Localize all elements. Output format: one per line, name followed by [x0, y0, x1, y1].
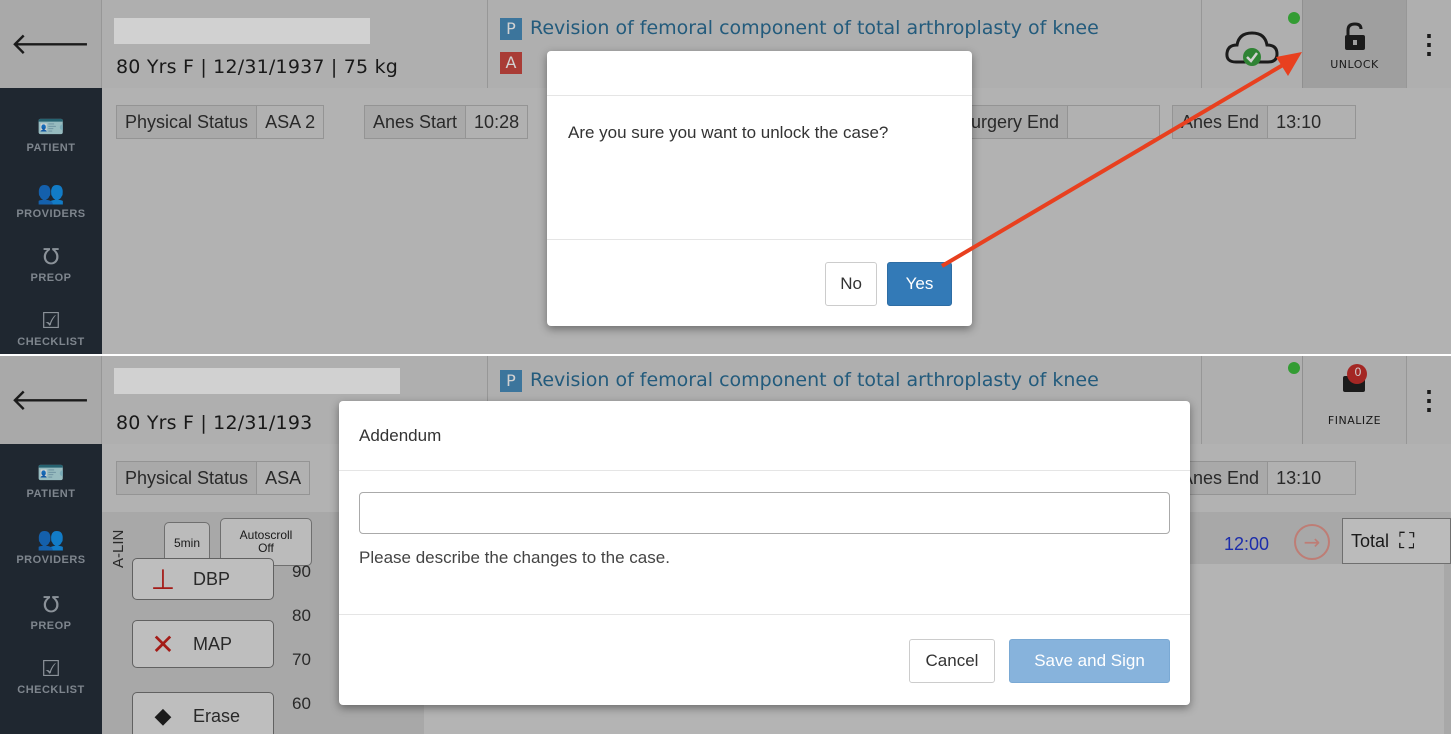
unlock-screen-panel: 🡐 80 Yrs F | 12/31/1937 | 75 kg P Revisi… [0, 0, 1451, 354]
dialog-header [547, 51, 972, 96]
dialog-message: Are you sure you want to unlock the case… [547, 96, 972, 240]
yes-button[interactable]: Yes [887, 262, 952, 306]
dialog-body: Please describe the changes to the case. [339, 471, 1190, 615]
save-and-sign-button[interactable]: Save and Sign [1009, 639, 1170, 683]
cancel-button[interactable]: Cancel [909, 639, 995, 683]
unlock-confirm-dialog: Are you sure you want to unlock the case… [547, 51, 972, 326]
addendum-screen-panel: 🡐 80 Yrs F | 12/31/193 P Revision of fem… [0, 356, 1451, 734]
dialog-footer: No Yes [825, 262, 952, 306]
addendum-input[interactable] [359, 492, 1170, 534]
no-button[interactable]: No [825, 262, 877, 306]
addendum-help-text: Please describe the changes to the case. [359, 548, 670, 567]
addendum-dialog: Addendum Please describe the changes to … [339, 401, 1190, 705]
dialog-title: Addendum [339, 401, 1190, 471]
dialog-footer: Cancel Save and Sign [909, 639, 1170, 683]
